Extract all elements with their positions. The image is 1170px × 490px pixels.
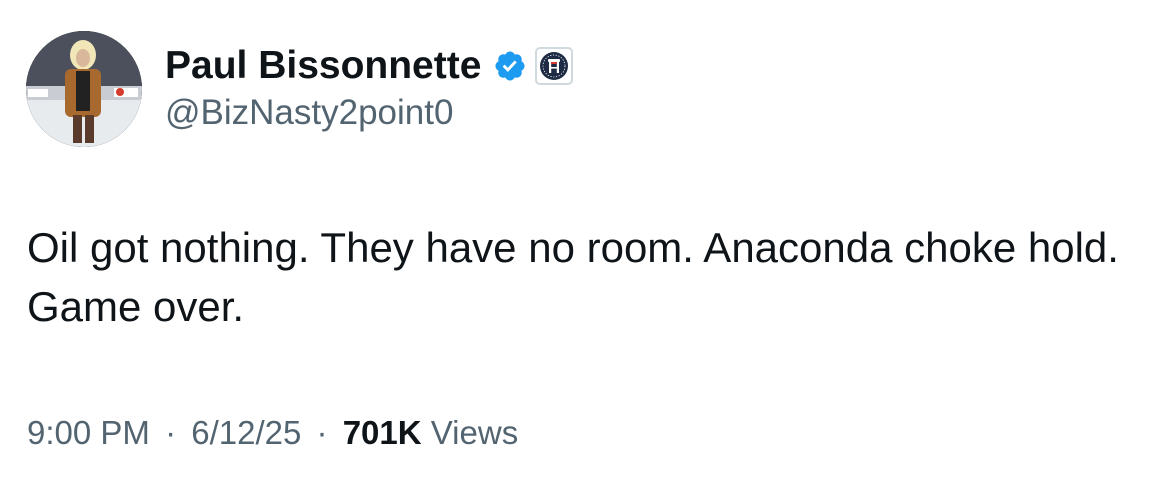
tweet-card: Paul Bissonnette @BizNasty2point0 Oil go…: [0, 0, 1170, 490]
display-name[interactable]: Paul Bissonnette: [165, 44, 481, 88]
tweet-text: Oil got nothing. They have no room. Anac…: [27, 224, 1131, 330]
author-block: Paul Bissonnette @BizNasty2point0: [165, 44, 574, 133]
verified-checkmark-icon[interactable]: [493, 49, 527, 83]
name-row: Paul Bissonnette: [165, 44, 574, 88]
meta-separator: ·: [316, 414, 328, 451]
tweet-date[interactable]: 6/12/25: [191, 414, 301, 451]
tweet-meta: 9:00 PM · 6/12/25 · 701K Views: [27, 414, 518, 452]
barstool-badge-icon[interactable]: [535, 47, 574, 85]
meta-separator: ·: [165, 414, 177, 451]
views-count[interactable]: 701K: [343, 414, 422, 451]
user-handle[interactable]: @BizNasty2point0: [165, 93, 573, 133]
avatar[interactable]: [26, 31, 142, 147]
views-label: Views: [430, 414, 519, 451]
tweet-time[interactable]: 9:00 PM: [27, 414, 150, 451]
